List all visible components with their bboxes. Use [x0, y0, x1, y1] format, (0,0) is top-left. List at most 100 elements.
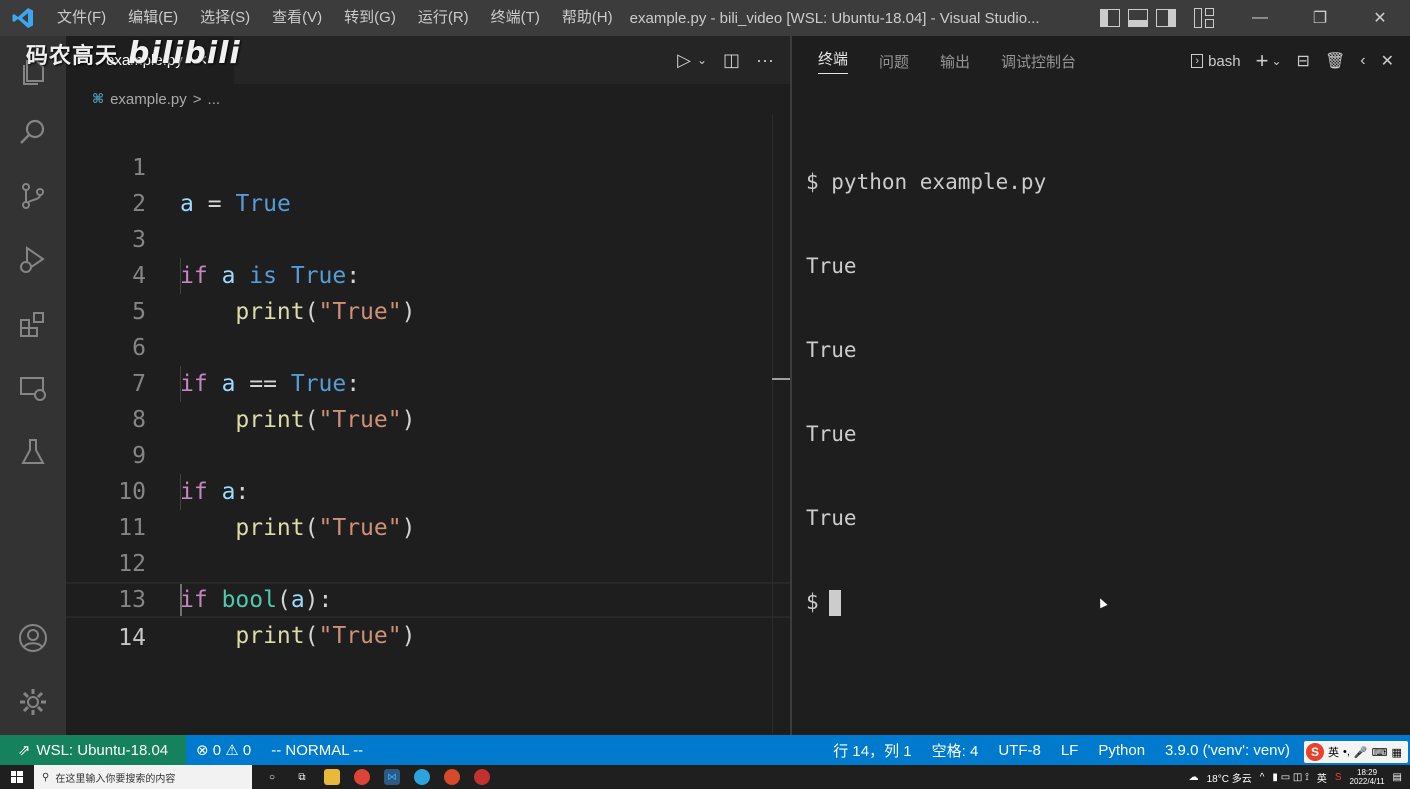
- shell-name[interactable]: bash: [1208, 53, 1241, 70]
- breadcrumb: ⌘ example.py > ...: [66, 84, 790, 114]
- toggle-panel-icon[interactable]: [1128, 9, 1148, 27]
- testing-icon[interactable]: [15, 434, 51, 470]
- menu-file[interactable]: 文件(F): [46, 0, 117, 36]
- terminal-cursor: [828, 590, 841, 616]
- python-file-icon: ⌘: [92, 91, 105, 106]
- menu-terminal[interactable]: 终端(T): [480, 0, 551, 36]
- search-icon: ⚲: [42, 771, 50, 783]
- encoding[interactable]: UTF-8: [988, 742, 1051, 759]
- taskbar-ime[interactable]: 英: [1317, 770, 1327, 785]
- code-line: 10 print("True"): [66, 438, 790, 541]
- indentation[interactable]: 空格: 4: [922, 740, 989, 761]
- terminal-dropdown-chevron-icon[interactable]: ⌄: [1271, 54, 1281, 68]
- menu-edit[interactable]: 编辑(E): [117, 0, 189, 36]
- editor-area: example.py ✕ ▷ ⌄ ◫ ··· ⌘ example.py > ..…: [66, 36, 790, 735]
- language-mode[interactable]: Python: [1088, 742, 1155, 759]
- remote-icon: ⇗: [17, 742, 31, 759]
- current-line: 14: [66, 582, 790, 651]
- kill-terminal-icon[interactable]: 🗑: [1325, 51, 1345, 71]
- search-placeholder: 在这里输入你要搜索的内容: [55, 773, 176, 785]
- split-editor-icon[interactable]: ◫: [723, 50, 740, 71]
- terminal-prompt: $: [806, 590, 819, 614]
- clock-date: 2022/4/11: [1349, 777, 1385, 786]
- terminal-line: True: [806, 338, 857, 362]
- more-actions-icon[interactable]: ···: [756, 50, 774, 71]
- tray-icons[interactable]: ▮ ▭ ◫ ⟟: [1272, 772, 1308, 783]
- clock[interactable]: 18:29 2022/4/11: [1350, 768, 1385, 786]
- settings-gear-icon[interactable]: [15, 684, 51, 720]
- split-terminal-icon[interactable]: ⊟: [1297, 51, 1310, 71]
- activity-bar: [0, 36, 66, 735]
- end-of-line[interactable]: LF: [1051, 742, 1089, 759]
- breadcrumb-file[interactable]: example.py: [110, 91, 187, 108]
- run-dropdown-chevron-icon[interactable]: ⌄: [697, 53, 707, 67]
- status-bar: ⇗ WSL: Ubuntu-18.04 ⊗ 0 ⚠ 0 -- NORMAL --…: [0, 735, 1410, 765]
- error-count: 0: [212, 742, 222, 759]
- ime-language: 英: [1328, 747, 1339, 759]
- toggle-sidebar-icon[interactable]: [1100, 9, 1120, 27]
- vscode-logo-icon: [0, 0, 46, 36]
- notification-icon[interactable]: ▤: [1393, 772, 1402, 783]
- taskbar-search-input[interactable]: ⚲ 在这里输入你要搜索的内容: [34, 765, 252, 789]
- app-icon[interactable]: [444, 769, 460, 785]
- task-view-icon[interactable]: ⧉: [294, 769, 310, 785]
- remote-explorer-icon[interactable]: [15, 370, 51, 406]
- account-icon[interactable]: [15, 620, 51, 656]
- watermark-text: 码农高天: [26, 43, 119, 68]
- problems-indicator[interactable]: ⊗ 0 ⚠ 0: [186, 741, 261, 759]
- error-icon: ⊗: [196, 742, 209, 759]
- file-explorer-icon[interactable]: [324, 769, 340, 785]
- menu-view[interactable]: 查看(V): [261, 0, 333, 36]
- sogou-tray-icon[interactable]: S: [1335, 772, 1342, 783]
- restore-button[interactable]: ❐: [1290, 0, 1350, 36]
- terminal-output[interactable]: $ python example.py True True True True …: [806, 112, 1046, 672]
- code-line: 8: [66, 366, 790, 433]
- python-interpreter[interactable]: 3.9.0 ('venv': venv): [1155, 742, 1300, 759]
- recorder-icon[interactable]: [474, 769, 490, 785]
- windows-start-icon[interactable]: [0, 765, 34, 789]
- close-window-button[interactable]: ✕: [1350, 0, 1410, 36]
- tray-chevron-icon[interactable]: ^: [1260, 772, 1265, 783]
- tab-problems[interactable]: 问题: [879, 51, 909, 72]
- remote-indicator[interactable]: ⇗ WSL: Ubuntu-18.04: [0, 735, 186, 765]
- ime-punct-icon: •,: [1343, 746, 1350, 758]
- line-content: print("True"): [235, 623, 416, 649]
- ime-toolbar[interactable]: S 英 •, 🎤 ⌨ ▦: [1304, 741, 1408, 763]
- chrome-icon[interactable]: [354, 769, 370, 785]
- toggle-secondary-sidebar-icon[interactable]: [1156, 9, 1176, 27]
- new-terminal-icon[interactable]: +: [1256, 48, 1269, 74]
- menu-help[interactable]: 帮助(H): [551, 0, 624, 36]
- menu-go[interactable]: 转到(G): [333, 0, 407, 36]
- customize-layout-icon[interactable]: [1194, 8, 1216, 28]
- weather-icon: ☁: [1188, 771, 1199, 783]
- warning-count: 0: [242, 742, 252, 759]
- title-bar: 文件(F) 编辑(E) 选择(S) 查看(V) 转到(G) 运行(R) 终端(T…: [0, 0, 1410, 36]
- run-debug-icon[interactable]: [15, 242, 51, 278]
- run-python-file-icon[interactable]: ▷: [677, 50, 691, 71]
- watermark: 码农高天 bilibili: [26, 36, 241, 71]
- tab-debug-console[interactable]: 调试控制台: [1001, 51, 1076, 72]
- code-line: 12 if bool(a):: [66, 510, 790, 613]
- source-control-icon[interactable]: [15, 178, 51, 214]
- telegram-icon[interactable]: [414, 769, 430, 785]
- extensions-icon[interactable]: [15, 306, 51, 342]
- chevron-left-icon[interactable]: ‹: [1360, 52, 1365, 70]
- vertical-scrollbar[interactable]: [772, 114, 773, 734]
- terminal-panel: 终端 问题 输出 调试控制台 › bash + ⌄ ⊟ 🗑 ‹ ✕ $ pyth…: [792, 36, 1410, 735]
- minimize-button[interactable]: —: [1230, 0, 1290, 36]
- tab-output[interactable]: 输出: [940, 51, 970, 72]
- code-line: 7 print("True"): [66, 330, 790, 433]
- cortana-icon[interactable]: ○: [264, 769, 280, 785]
- tab-terminal[interactable]: 终端: [818, 48, 849, 74]
- menu-run[interactable]: 运行(R): [407, 0, 480, 36]
- remote-label: WSL: Ubuntu-18.04: [36, 741, 169, 759]
- terminal-line: True: [806, 506, 857, 530]
- cursor-position[interactable]: 行 14，列 1: [823, 740, 921, 761]
- breadcrumb-symbols[interactable]: ...: [208, 91, 221, 108]
- menu-selection[interactable]: 选择(S): [189, 0, 261, 36]
- search-icon[interactable]: [15, 114, 51, 150]
- weather-text[interactable]: 18°C 多云: [1207, 770, 1252, 785]
- close-panel-icon[interactable]: ✕: [1381, 51, 1394, 71]
- vscode-taskbar-icon[interactable]: ⋈: [384, 769, 400, 785]
- terminal-prompt-line: $: [806, 588, 1046, 616]
